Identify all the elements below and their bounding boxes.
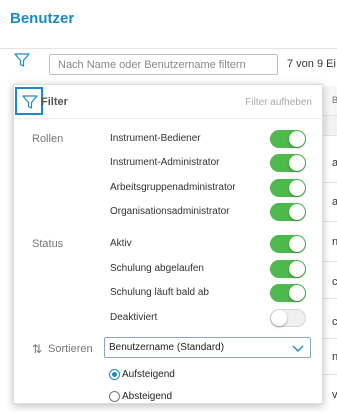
sort-selected-value: Benutzername (Standard) [109, 342, 225, 353]
toggle-status-training-expiring[interactable] [270, 284, 306, 302]
filter-icon [22, 95, 38, 109]
filter-panel-toggle[interactable] [15, 87, 43, 115]
toggle-knob [289, 180, 305, 196]
toggle-status-training-expired[interactable] [270, 260, 306, 278]
radio-descending-label: Absteigend [122, 391, 173, 402]
role-option-label: Organisationsadministrator [110, 206, 230, 217]
toggle-role-instrument-admin[interactable] [270, 154, 306, 172]
toggle-knob [271, 310, 287, 326]
radio-ascending[interactable] [109, 369, 120, 380]
table-subheader [322, 116, 337, 136]
toggle-knob [289, 236, 305, 252]
row-divider [322, 261, 337, 262]
reset-filter-link[interactable]: Filter aufheben [245, 97, 312, 108]
toggle-knob [289, 285, 305, 301]
search-input[interactable]: Nach Name oder Benutzername filtern [49, 54, 278, 75]
table-cell: n [332, 236, 337, 248]
row-divider [322, 374, 337, 375]
filter-panel-header: Filter Filter aufheben [14, 85, 324, 119]
toggle-role-instrument-operator[interactable] [270, 130, 306, 148]
status-label: Status [32, 238, 64, 250]
toggle-role-organization-admin[interactable] [270, 203, 306, 221]
role-option-label: Instrument-Administrator [110, 157, 220, 168]
status-option-label: Schulung abgelaufen [110, 263, 204, 274]
sort-label: Sortieren [48, 343, 93, 355]
toggle-knob [289, 261, 305, 277]
toggle-knob [289, 131, 305, 147]
table-cell: n [332, 351, 337, 363]
row-divider [322, 221, 337, 222]
radio-descending[interactable] [109, 391, 120, 402]
table-cell: c [332, 276, 337, 288]
toggle-knob [289, 155, 305, 171]
user-table: B a a n c c n v [322, 86, 337, 412]
role-option-label: Arbeitsgruppenadministrator [110, 182, 236, 193]
roles-label: Rollen [32, 133, 64, 145]
table-cell: a [332, 157, 337, 169]
radio-ascending-label: Aufsteigend [122, 369, 175, 380]
result-count: 7 von 9 Ei [287, 58, 336, 70]
sort-dropdown[interactable]: Benutzername (Standard) [104, 337, 311, 358]
filter-icon[interactable] [14, 52, 30, 68]
toggle-status-deactivated[interactable] [270, 309, 306, 327]
table-cell: c [332, 316, 337, 328]
filter-panel: Filter Filter aufheben Rollen Instrument… [13, 84, 324, 404]
status-option-label: Aktiv [110, 238, 132, 249]
toggle-role-workgroup-admin[interactable] [270, 179, 306, 197]
toggle-status-active[interactable] [270, 235, 306, 253]
table-cell: a [332, 196, 337, 208]
status-option-label: Schulung läuft bald ab [110, 287, 209, 298]
role-option-label: Instrument-Bediener [110, 133, 201, 144]
table-header-cell: B [332, 95, 337, 105]
page-title: Benutzer [10, 10, 75, 27]
chevron-down-icon [292, 345, 304, 352]
row-divider [322, 182, 337, 183]
table-header: B [322, 86, 337, 116]
filter-panel-title: Filter [41, 96, 68, 108]
toggle-knob [289, 204, 305, 220]
sort-icon: ⇅ [32, 342, 43, 356]
row-divider [322, 298, 337, 299]
status-option-label: Deaktiviert [110, 312, 158, 323]
row-divider [322, 338, 337, 339]
table-cell: v [332, 389, 337, 401]
